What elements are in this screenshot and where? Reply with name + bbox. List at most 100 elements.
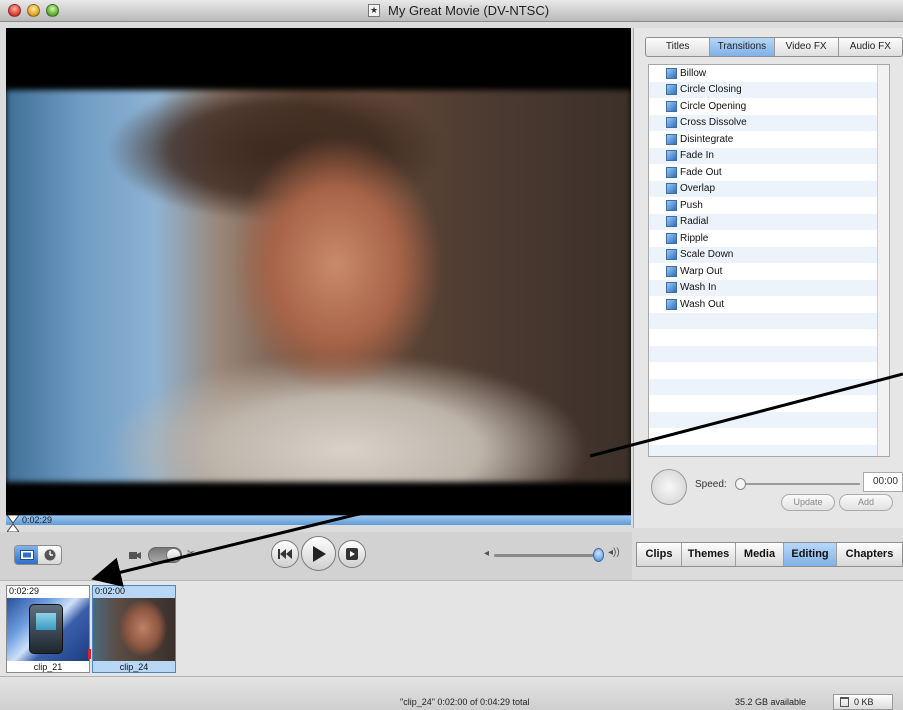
editing-panel: Titles Transitions Video FX Audio FX Bil… [633,28,903,528]
list-item[interactable]: Push [649,197,889,214]
view-toggle[interactable] [14,545,62,565]
mode-switch-knob[interactable] [166,548,181,562]
fullscreen-icon [346,548,358,560]
empty-row [649,345,889,362]
imovie-window: ★ My Great Movie (DV-NTSC) 0:02:29 ✂ ◂ ◂… [0,0,903,710]
tab-audio-fx[interactable]: Audio FX [839,38,902,56]
transition-icon [666,249,677,261]
list-item[interactable]: Ripple [649,230,889,247]
play-button[interactable] [301,536,336,571]
tab-transitions[interactable]: Transitions [710,38,775,56]
empty-row [649,378,889,395]
tab-titles[interactable]: Titles [646,38,711,56]
list-item[interactable]: Billow [649,65,889,82]
update-button[interactable]: Update [781,494,835,511]
playhead-marker-icon[interactable] [7,515,19,532]
transition-icon [666,67,677,79]
zoom-window-button[interactable] [46,4,59,17]
list-item[interactable]: Scale Down [649,246,889,263]
transition-icon [666,133,677,145]
tab-media[interactable]: Media [736,543,784,566]
transition-icon [666,265,677,277]
title-bar: ★ My Great Movie (DV-NTSC) [0,0,903,22]
empty-row [649,444,889,456]
tab-themes[interactable]: Themes [682,543,736,566]
play-icon [312,545,326,562]
play-fullscreen-button[interactable] [338,540,366,568]
list-item-label: Ripple [680,232,709,244]
list-item[interactable]: Disintegrate [649,131,889,148]
transition-icon [666,117,677,129]
clip-item[interactable]: 0:02:29 clip_21 [6,585,90,673]
speed-slider[interactable] [740,483,860,485]
camera-edit-mode-switch[interactable] [148,547,182,563]
rewind-icon [278,549,292,559]
transition-icon [666,298,677,310]
trash-size: 0 KB [854,697,874,707]
playback-controls: ✂ ◂ ◂)) [0,532,632,580]
phone-screen [36,613,56,630]
volume-low-icon: ◂ [484,548,490,559]
clip-view-button[interactable] [15,546,38,564]
trash-icon [840,697,849,707]
clip-duration: 0:02:00 [95,586,126,596]
list-item-label: Push [680,199,703,211]
pane-tabs: Clips Themes Media Editing Chapters [636,542,903,567]
effects-tabs: Titles Transitions Video FX Audio FX [645,37,903,57]
list-item[interactable]: Warp Out [649,263,889,280]
empty-row [649,411,889,428]
list-item-label: Billow [680,67,707,79]
tab-editing[interactable]: Editing [784,543,837,566]
empty-row [649,329,889,346]
list-item-label: Radial [680,216,709,228]
tab-video-fx[interactable]: Video FX [775,38,839,56]
close-window-button[interactable] [8,4,21,17]
volume-slider[interactable] [494,554,604,557]
minimize-window-button[interactable] [27,4,40,17]
list-item[interactable]: Radial [649,213,889,230]
transition-icon [666,150,677,162]
list-item-label: Fade In [680,150,714,162]
list-item[interactable]: Circle Opening [649,98,889,115]
transition-icon [666,199,677,211]
transition-icon [666,84,677,96]
list-item[interactable]: Wash In [649,279,889,296]
list-item-label: Scale Down [680,249,734,261]
add-button[interactable]: Add [839,494,893,511]
list-item-label: Circle Opening [680,100,747,112]
clip-name: clip_24 [119,662,149,672]
volume-slider-knob[interactable] [593,548,604,562]
empty-row [649,395,889,412]
tab-chapters[interactable]: Chapters [837,543,902,566]
document-icon: ★ [368,4,380,17]
tab-clips[interactable]: Clips [637,543,682,566]
playhead-time: 0:02:29 [22,515,53,525]
rewind-button[interactable] [271,540,299,568]
list-item[interactable]: Circle Closing [649,81,889,98]
list-scrollbar[interactable] [877,65,889,456]
list-item[interactable]: Fade Out [649,164,889,181]
timeline-view-button[interactable] [38,546,61,564]
transition-icon [666,216,677,228]
clip-viewer: 0:02:29 clip_21 0:02:00 clip_24 [0,580,903,676]
transition-icon [666,166,677,178]
list-item[interactable]: Wash Out [649,296,889,313]
list-item-label: Cross Dissolve [680,117,747,129]
transition-icon [666,232,677,244]
camera-icon [129,552,141,559]
phone-image [29,604,63,654]
clip-item[interactable]: 0:02:00 clip_24 [92,585,176,673]
clip-duration: 0:02:29 [9,586,40,596]
speed-slider-knob[interactable] [735,478,746,490]
trash-button[interactable]: 0 KB [833,694,893,710]
list-item[interactable]: Overlap [649,180,889,197]
clip-view-icon [19,550,34,560]
transition-direction-dial[interactable] [651,469,687,505]
list-item[interactable]: Fade In [649,147,889,164]
speed-value-field: 00:00 [863,472,903,492]
scissors-icon: ✂ [187,548,196,559]
scrubber-bar[interactable] [6,515,631,525]
selection-status: "clip_24" 0:02:00 of 0:04:29 total [400,697,530,707]
clip-name: clip_21 [33,662,63,672]
list-item[interactable]: Cross Dissolve [649,114,889,131]
